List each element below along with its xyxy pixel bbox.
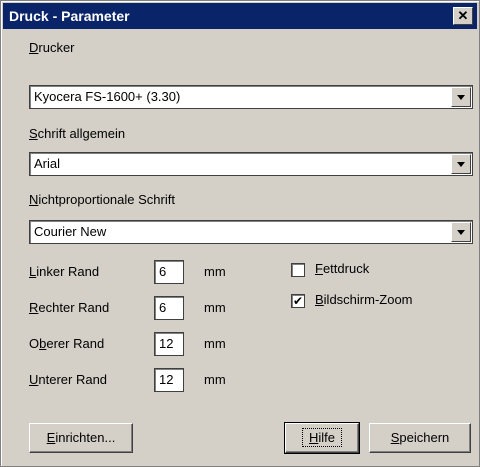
chevron-down-icon[interactable] [451,87,471,107]
top-margin-unit: mm [204,336,226,351]
bold-checkbox[interactable] [291,263,305,277]
printer-select[interactable]: Kyocera FS-1600+ (3.30) [29,85,473,109]
print-parameters-dialog: Druck - Parameter ✕ Drucker Kyocera FS-1… [0,0,480,467]
screen-zoom-label: Bildschirm-Zoom [315,292,413,307]
top-margin-input[interactable]: 12 [154,332,184,356]
title-bar[interactable]: Druck - Parameter ✕ [3,3,477,29]
window-title: Druck - Parameter [9,8,130,24]
font-mono-label: Nichtproportionale Schrift [29,192,175,207]
font-mono-select[interactable]: Courier New [29,220,473,244]
right-margin-input[interactable]: 6 [154,296,184,320]
printer-value: Kyocera FS-1600+ (3.30) [34,89,181,104]
font-mono-value: Courier New [34,224,107,239]
left-margin-unit: mm [204,264,226,279]
left-margin-input[interactable]: 6 [154,260,184,284]
right-margin-unit: mm [204,300,226,315]
right-margin-label: Rechter Rand [29,300,110,315]
bottom-margin-label: Unterer Rand [29,372,108,387]
chevron-down-icon[interactable] [451,222,471,242]
bottom-margin-input[interactable]: 12 [154,368,184,392]
save-button[interactable]: Speichern [369,423,471,453]
font-general-select[interactable]: Arial [29,152,473,176]
close-button[interactable]: ✕ [453,7,473,25]
printer-label: Drucker [29,40,75,55]
left-margin-label: Linker Rand [29,264,100,279]
font-general-label: Schrift allgemein [29,126,126,141]
bold-label: Fettdruck [315,261,370,276]
font-general-value: Arial [34,156,61,171]
setup-button[interactable]: Einrichten... [29,423,133,453]
help-button[interactable]: Hilfe [284,422,360,454]
top-margin-label: Oberer Rand [29,336,105,351]
bottom-margin-unit: mm [204,372,226,387]
screen-zoom-checkbox[interactable]: ✔ [291,294,305,308]
close-icon: ✕ [457,8,469,23]
chevron-down-icon[interactable] [451,154,471,174]
